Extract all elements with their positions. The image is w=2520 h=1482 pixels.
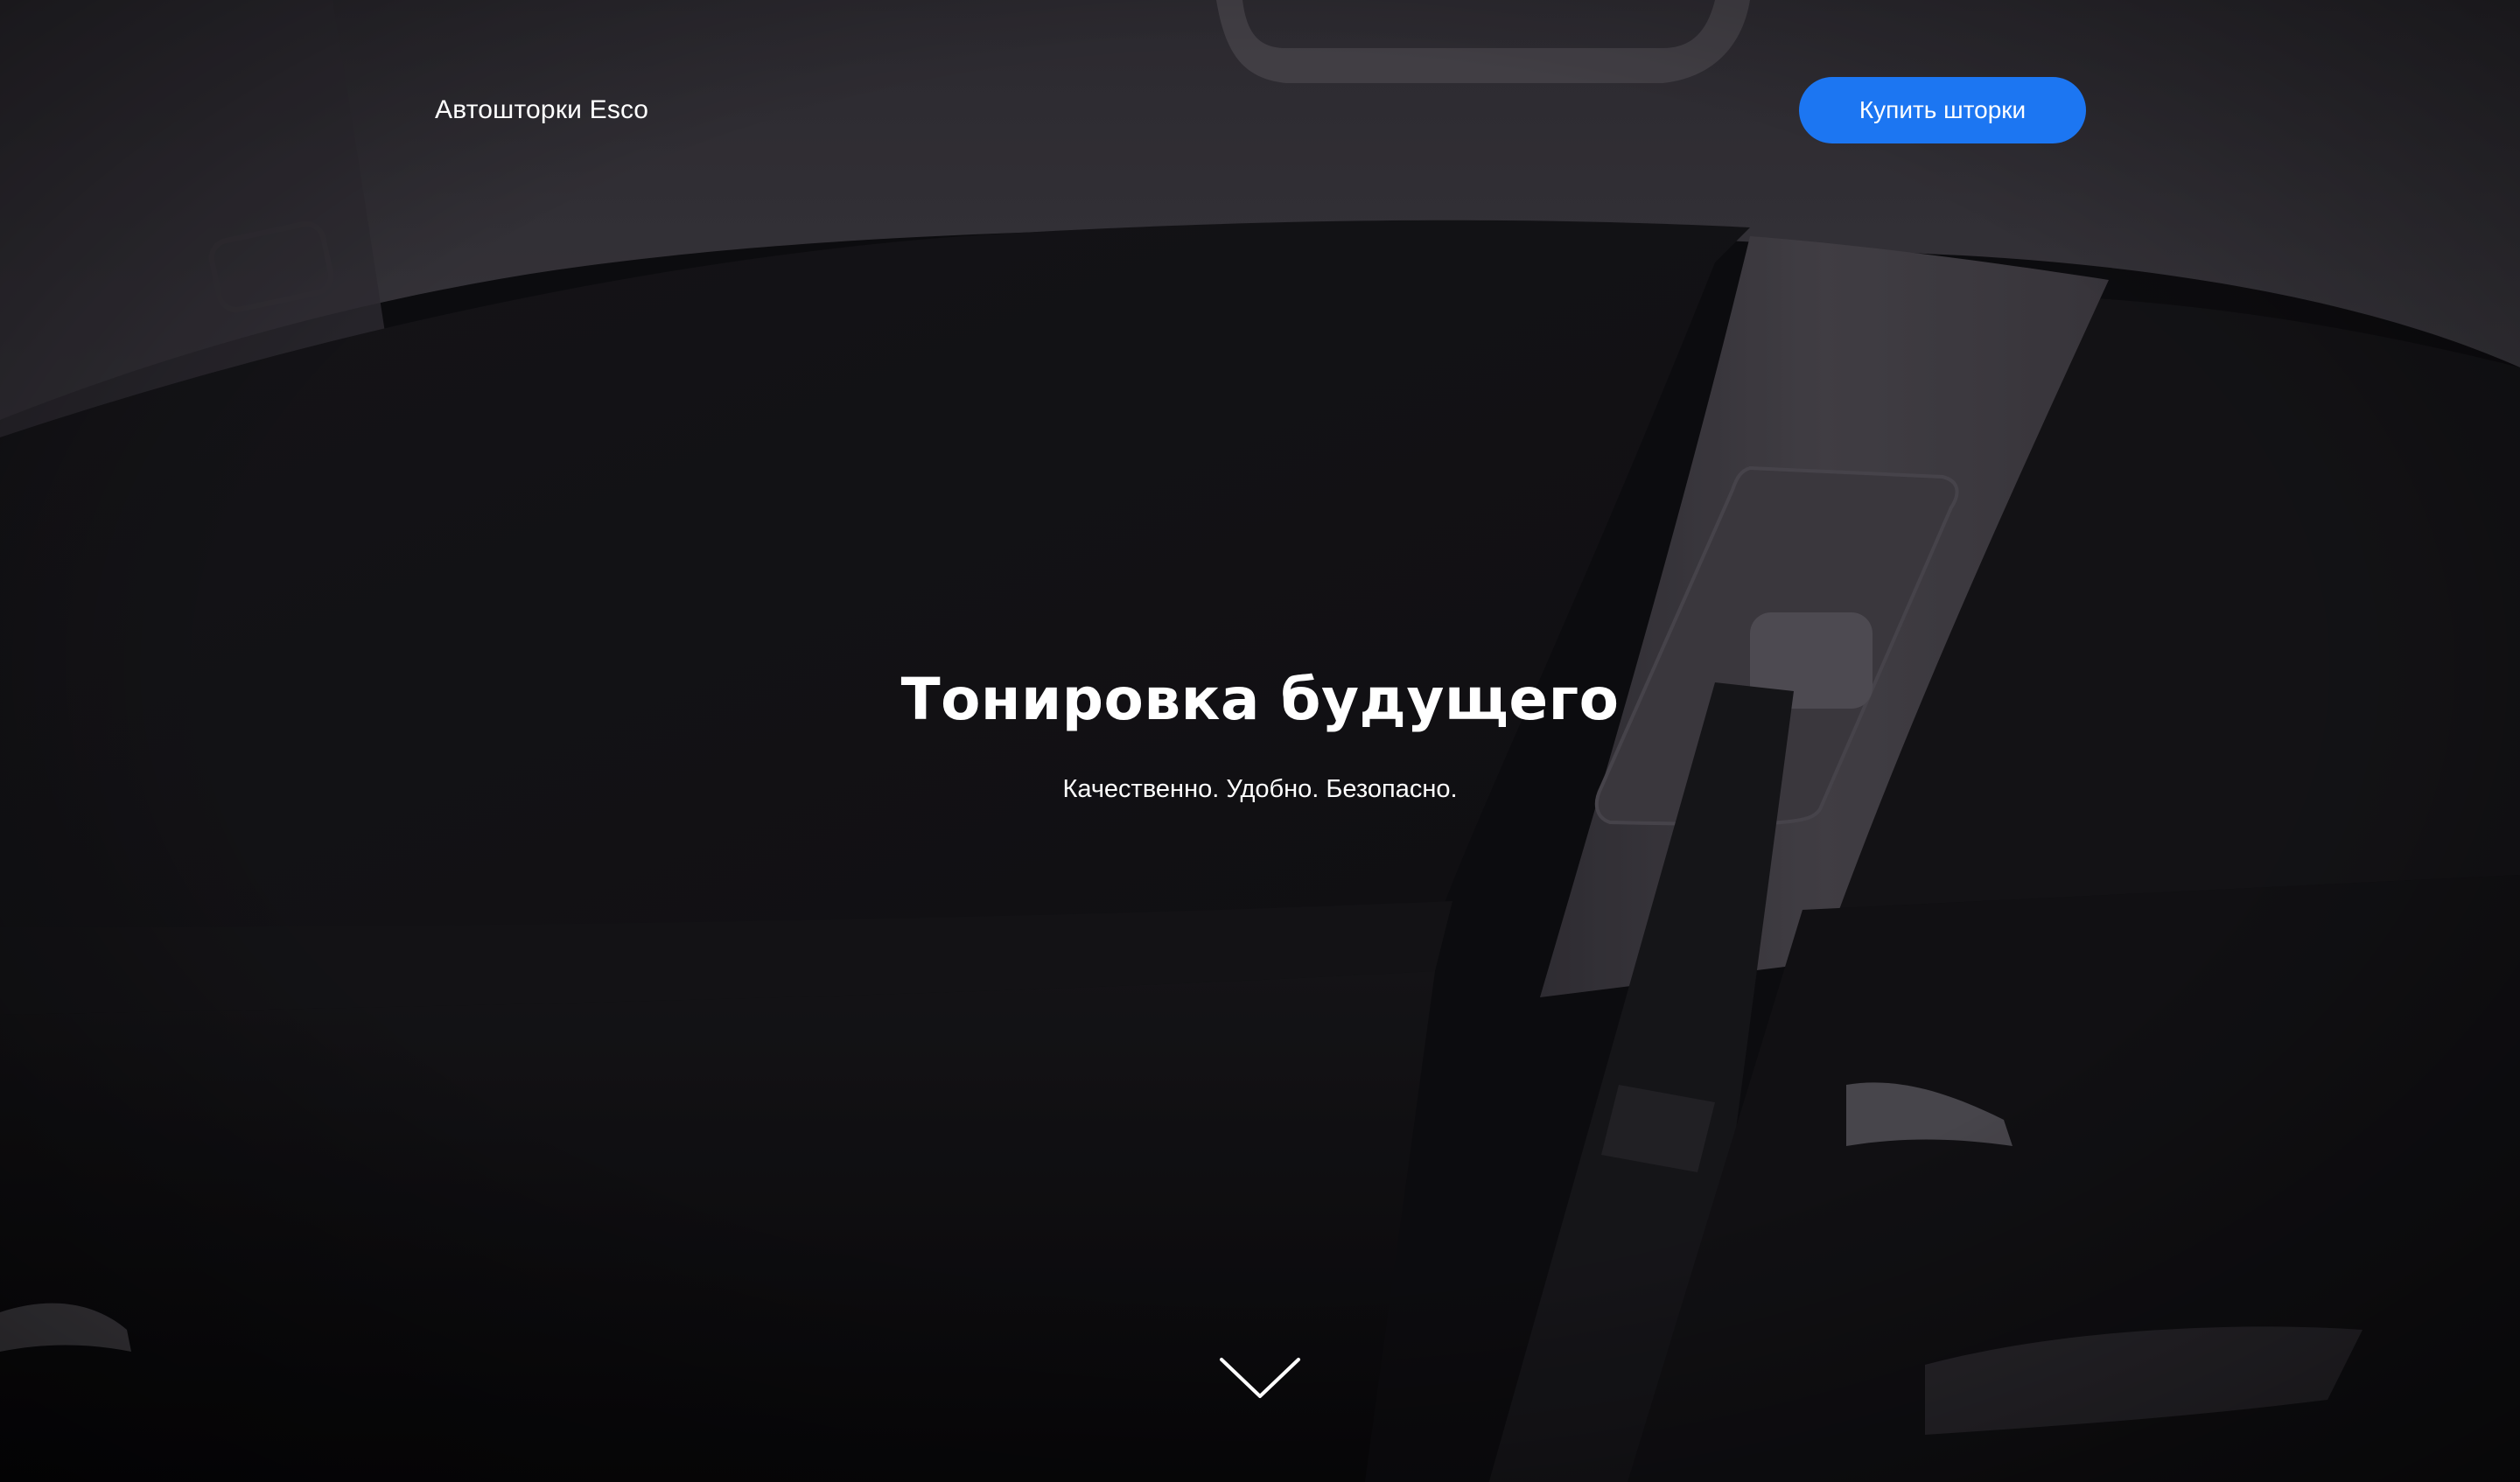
buy-curtains-button[interactable]: Купить шторки: [1799, 77, 2086, 143]
site-header: Автошторки Esco Купить шторки: [0, 0, 2520, 219]
scroll-down-button[interactable]: [1218, 1354, 1302, 1403]
hero-title: Тонировка будущего: [900, 666, 1620, 733]
site-logo[interactable]: Автошторки Esco: [435, 93, 648, 128]
hero-subtitle: Качественно. Удобно. Безопасно.: [1062, 775, 1458, 803]
chevron-down-icon: [1220, 1358, 1300, 1398]
hero-section: Автошторки Esco Купить шторки Тонировка …: [0, 0, 2520, 1482]
hero-content: Тонировка будущего Качественно. Удобно. …: [0, 656, 2520, 807]
